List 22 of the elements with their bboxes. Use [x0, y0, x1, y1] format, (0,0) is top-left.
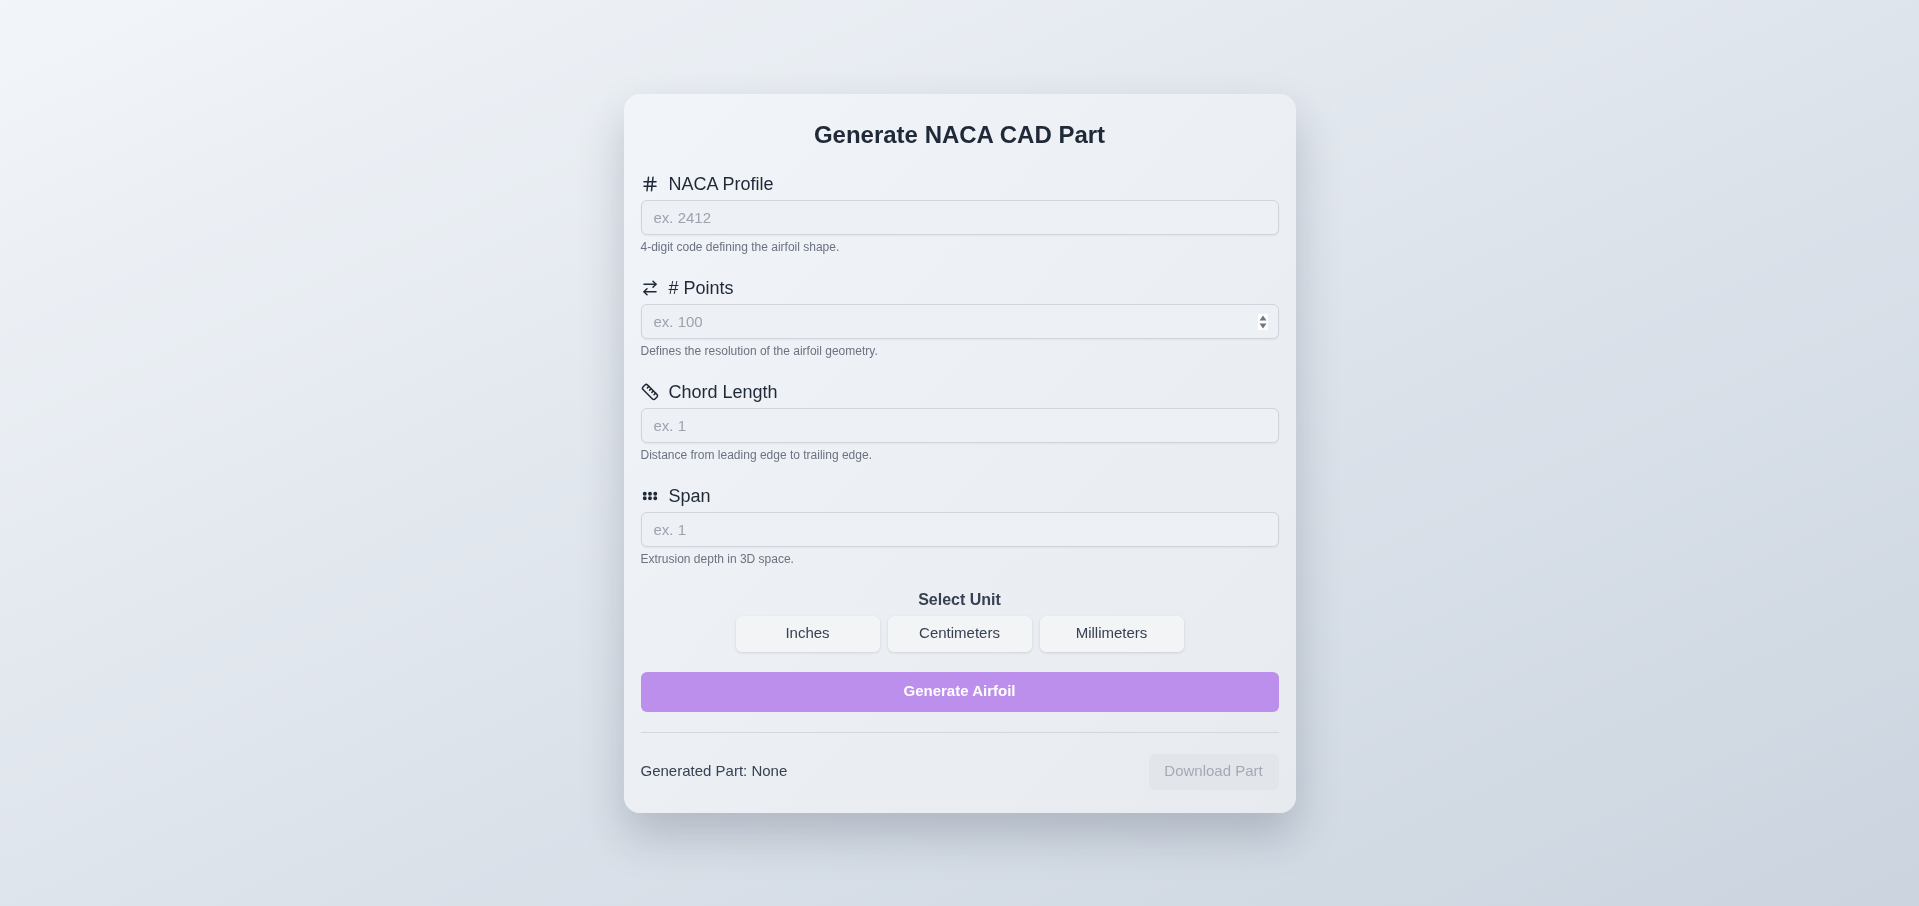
field-label: Chord Length [668, 380, 778, 404]
ruler-icon [640, 382, 659, 401]
help-text: Extrusion depth in 3D space. [640, 550, 795, 567]
help-text: 4-digit code defining the airfoil shape. [640, 238, 841, 255]
input-field[interactable]: ex. 1 [640, 511, 1279, 547]
unit-option-button[interactable]: Inches [735, 615, 880, 652]
result-text: Generated Part: None [640, 761, 788, 782]
spinner-icon[interactable] [1257, 313, 1268, 330]
help-text: Distance from leading edge to trailing edge. [640, 446, 873, 463]
hash-icon [640, 174, 659, 193]
arrows-left-right-icon [640, 278, 659, 297]
input-field[interactable]: ex. 100 [640, 303, 1279, 339]
input-field[interactable]: ex. 2412 [640, 199, 1279, 235]
unit-option-button[interactable]: Centimeters [887, 615, 1032, 652]
unit-label: Select Unit [918, 589, 1001, 610]
form-title: Generate NACA CAD Part [812, 119, 1107, 150]
unit-option-button[interactable]: Millimeters [1039, 615, 1184, 652]
help-text: Defines the resolution of the airfoil geometry. [640, 342, 879, 359]
field-label: Span [668, 484, 711, 508]
field-label: NACA Profile [668, 172, 774, 196]
input-field[interactable]: ex. 1 [640, 407, 1279, 443]
field-label: # Points [668, 276, 734, 300]
